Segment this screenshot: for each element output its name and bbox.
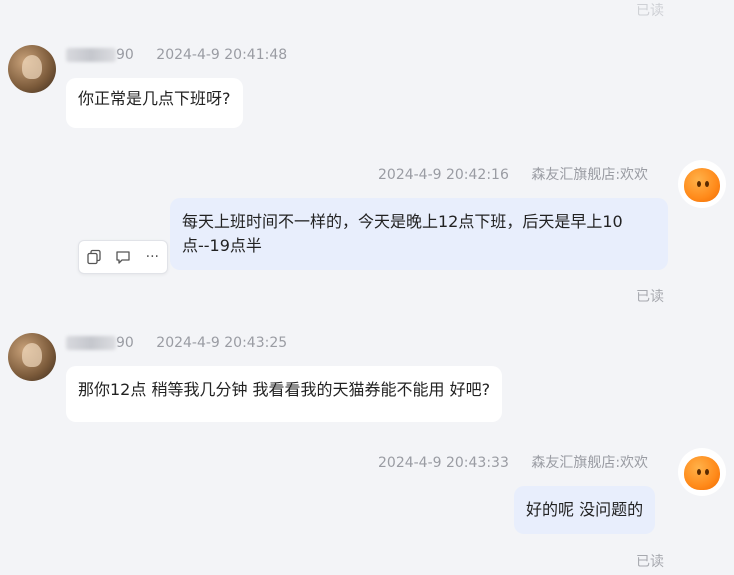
timestamp: 2024-4-9 20:43:33 bbox=[378, 455, 509, 471]
mascot-icon bbox=[684, 168, 720, 202]
timestamp: 2024-4-9 20:41:48 bbox=[156, 47, 288, 63]
previous-read-status: 已读 bbox=[636, 3, 664, 19]
sender-name: 森友汇旗舰店:欢欢 bbox=[531, 455, 649, 471]
read-status: 已读 bbox=[636, 289, 664, 305]
message-bubble[interactable]: 那你12点 稍等我几分钟 我看看我的天猫券能不能用 好吧? bbox=[66, 366, 503, 422]
message-text-line: 每天上班时间不一样的，今天是晚上12点下班，后天是早上10 bbox=[182, 212, 623, 231]
timestamp: 2024-4-9 20:43:25 bbox=[156, 335, 288, 351]
message-bubble[interactable]: 好的呢 没问题的 bbox=[514, 486, 656, 534]
mascot-eye-icon bbox=[705, 181, 709, 187]
message-text: 好的呢 没问题的 bbox=[526, 500, 644, 519]
blurred-username bbox=[66, 48, 116, 62]
sender-name: 90 bbox=[116, 47, 134, 63]
message-meta: 90 2024-4-9 20:41:48 bbox=[66, 47, 287, 63]
customer-avatar[interactable] bbox=[8, 333, 56, 381]
message-text-line: 点--19点半 bbox=[182, 236, 262, 255]
more-icon[interactable]: ··· bbox=[142, 247, 162, 267]
copy-icon[interactable] bbox=[84, 247, 104, 267]
mascot-eye-icon bbox=[697, 469, 701, 475]
message-bubble[interactable]: 你正常是几点下班呀? bbox=[66, 78, 243, 128]
sender-name: 森友汇旗舰店:欢欢 bbox=[531, 167, 649, 183]
customer-avatar[interactable] bbox=[8, 45, 56, 93]
message-action-toolbar: ··· bbox=[78, 240, 168, 274]
message-text: 那你12点 稍等我几分钟 我看看我的天猫券能不能用 好吧? bbox=[78, 380, 491, 399]
read-status: 已读 bbox=[636, 554, 664, 570]
timestamp: 2024-4-9 20:42:16 bbox=[378, 167, 509, 183]
message-meta: 2024-4-9 20:42:16 森友汇旗舰店:欢欢 bbox=[378, 164, 648, 184]
blurred-username bbox=[66, 336, 116, 350]
reply-icon[interactable] bbox=[113, 247, 133, 267]
message-meta: 90 2024-4-9 20:43:25 bbox=[66, 335, 287, 351]
shop-avatar[interactable] bbox=[678, 160, 726, 208]
message-text: 你正常是几点下班呀? bbox=[78, 89, 231, 108]
mascot-icon bbox=[684, 456, 720, 490]
mascot-eye-icon bbox=[697, 181, 701, 187]
message-meta: 2024-4-9 20:43:33 森友汇旗舰店:欢欢 bbox=[378, 452, 648, 472]
message-bubble[interactable]: 每天上班时间不一样的，今天是晚上12点下班，后天是早上10 点--19点半 bbox=[170, 198, 668, 270]
shop-avatar[interactable] bbox=[678, 448, 726, 496]
sender-name: 90 bbox=[116, 335, 134, 351]
mascot-eye-icon bbox=[705, 469, 709, 475]
